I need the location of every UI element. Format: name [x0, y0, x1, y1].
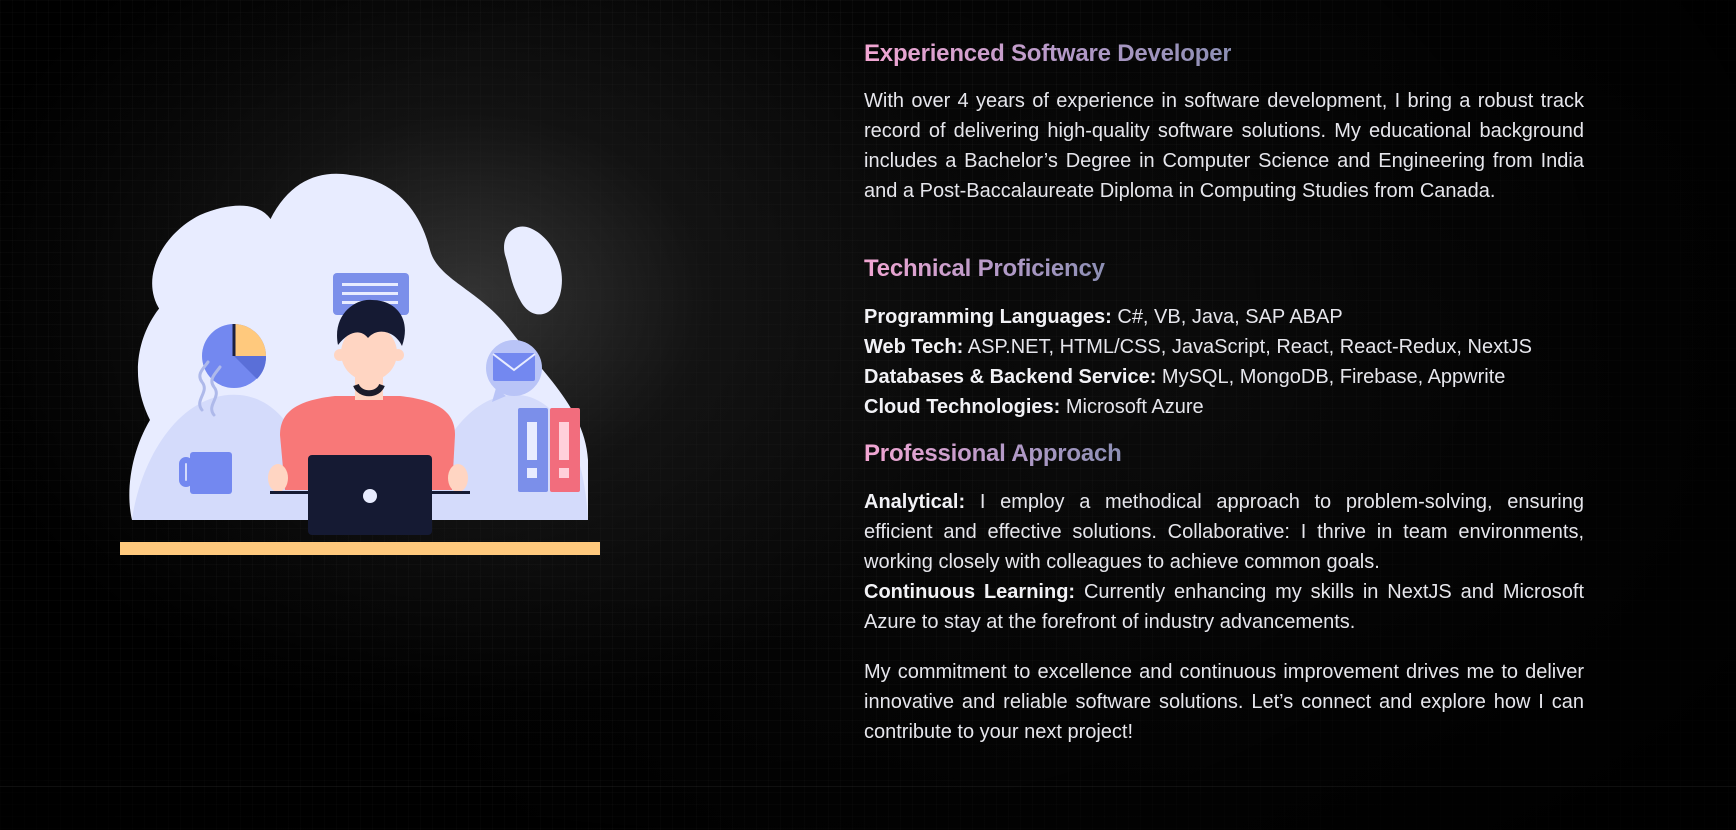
- tech-item-label: Cloud Technologies:: [864, 396, 1061, 418]
- tech-item-value: MySQL, MongoDB, Firebase, Appwrite: [1156, 366, 1506, 388]
- tech-item-value: Microsoft Azure: [1060, 396, 1204, 418]
- approach-heading: Professional Approach: [864, 440, 1122, 467]
- approach-learning: Continuous Learning: Currently enhancing…: [864, 577, 1584, 637]
- tech-item-value: ASP.NET, HTML/CSS, JavaScript, React, Re…: [963, 336, 1533, 358]
- approach-paragraph: Analytical: I employ a methodical approa…: [864, 487, 1584, 637]
- learning-label: Continuous Learning:: [864, 581, 1076, 603]
- commitment-paragraph: My commitment to excellence and continuo…: [864, 661, 1584, 743]
- tech-item-databases: Databases & Backend Service: MySQL, Mong…: [864, 362, 1584, 392]
- analytical-text: I employ a methodical approach to proble…: [864, 491, 1584, 573]
- developer-illustration: [120, 160, 620, 560]
- section-divider: [0, 786, 1736, 787]
- technical-heading: Technical Proficiency: [864, 255, 1105, 282]
- analytical-label: Analytical:: [864, 491, 966, 513]
- technical-list: Programming Languages: C#, VB, Java, SAP…: [864, 302, 1584, 422]
- tech-item-cloud: Cloud Technologies: Microsoft Azure: [864, 392, 1584, 422]
- tech-item-web: Web Tech: ASP.NET, HTML/CSS, JavaScript,…: [864, 332, 1584, 362]
- tech-item-programming: Programming Languages: C#, VB, Java, SAP…: [864, 302, 1584, 332]
- tech-item-label: Databases & Backend Service:: [864, 366, 1157, 388]
- approach-analytical: Analytical: I employ a methodical approa…: [864, 487, 1584, 577]
- experience-paragraph: With over 4 years of experience in softw…: [864, 90, 1584, 202]
- tech-item-label: Programming Languages:: [864, 306, 1112, 328]
- tech-item-label: Web Tech:: [864, 336, 964, 358]
- experience-heading: Experienced Software Developer: [864, 40, 1232, 67]
- desk: [120, 542, 600, 555]
- tech-item-value: C#, VB, Java, SAP ABAP: [1111, 306, 1343, 328]
